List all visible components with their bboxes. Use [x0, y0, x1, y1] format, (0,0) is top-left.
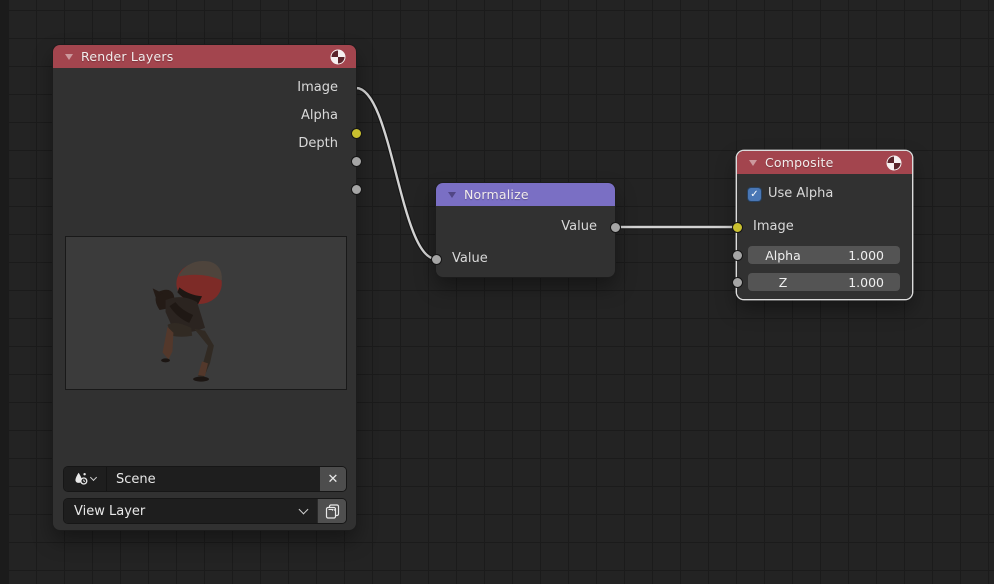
collapse-arrow-icon[interactable]	[448, 192, 456, 198]
z-value-field[interactable]: Z 1.000	[748, 273, 900, 291]
socket-input-alpha[interactable]	[732, 250, 743, 261]
use-alpha-label: Use Alpha	[768, 184, 833, 204]
node-composite[interactable]: Composite ✓ Use Alpha Image Alpha 1.000 …	[737, 151, 912, 299]
socket-output-image[interactable]	[351, 128, 362, 139]
collapse-arrow-icon[interactable]	[749, 160, 757, 166]
view-layer-dropdown[interactable]: View Layer	[64, 499, 317, 523]
z-field-value: 1.000	[818, 275, 900, 290]
output-label-alpha: Alpha	[53, 106, 356, 126]
alpha-value-field[interactable]: Alpha 1.000	[748, 246, 900, 264]
node-normalize[interactable]: Normalize Value Value	[436, 183, 615, 277]
z-field-label: Z	[748, 275, 818, 290]
socket-output-depth[interactable]	[351, 184, 362, 195]
chevron-down-icon	[90, 474, 97, 481]
input-label-value: Value	[436, 249, 615, 269]
alpha-field-label: Alpha	[748, 248, 818, 263]
node-title: Composite	[765, 155, 878, 170]
output-label-value: Value	[436, 217, 615, 237]
chevron-down-icon	[299, 505, 309, 515]
socket-input-image[interactable]	[732, 222, 743, 233]
editor-edge-strip	[0, 0, 8, 584]
render-layers-body: Image Alpha Depth	[53, 68, 356, 530]
node-editor-canvas[interactable]: Render Layers Image Alpha Depth	[0, 0, 994, 584]
scene-icon	[74, 472, 88, 486]
input-label-image: Image	[737, 217, 912, 237]
scene-name-field[interactable]: Scene	[106, 467, 320, 491]
socket-input-value[interactable]	[431, 254, 442, 265]
composite-body: ✓ Use Alpha Image Alpha 1.000 Z 1.000	[737, 174, 912, 299]
socket-output-alpha[interactable]	[351, 156, 362, 167]
use-alpha-checkbox[interactable]: ✓	[748, 188, 761, 201]
node-render-layers[interactable]: Render Layers Image Alpha Depth	[53, 45, 356, 530]
view-layer-icon	[325, 504, 340, 519]
normalize-header[interactable]: Normalize	[436, 183, 615, 206]
socket-output-value[interactable]	[610, 222, 621, 233]
scene-selector-row: Scene ✕	[64, 467, 346, 491]
output-label-depth: Depth	[53, 134, 356, 154]
checkmark-icon: ✓	[750, 188, 758, 201]
render-result-icon	[886, 155, 902, 171]
node-title: Normalize	[464, 187, 605, 202]
wire-image-to-normalize	[356, 88, 436, 259]
alpha-field-value: 1.000	[818, 248, 900, 263]
view-layer-row: View Layer	[64, 499, 346, 523]
socket-input-z[interactable]	[732, 277, 743, 288]
render-preview-image	[65, 236, 347, 390]
preview-character-figure	[66, 237, 346, 389]
view-layer-browse-button[interactable]	[317, 499, 346, 523]
collapse-arrow-icon[interactable]	[65, 54, 73, 60]
view-layer-value: View Layer	[74, 504, 300, 519]
output-label-image: Image	[53, 78, 356, 98]
clear-scene-button[interactable]: ✕	[320, 467, 346, 491]
normalize-body: Value Value	[436, 206, 615, 277]
composite-header[interactable]: Composite	[737, 151, 912, 174]
node-title: Render Layers	[81, 49, 322, 64]
render-result-icon	[330, 49, 346, 65]
render-layers-header[interactable]: Render Layers	[53, 45, 356, 68]
scene-datablock-button[interactable]	[64, 467, 106, 491]
